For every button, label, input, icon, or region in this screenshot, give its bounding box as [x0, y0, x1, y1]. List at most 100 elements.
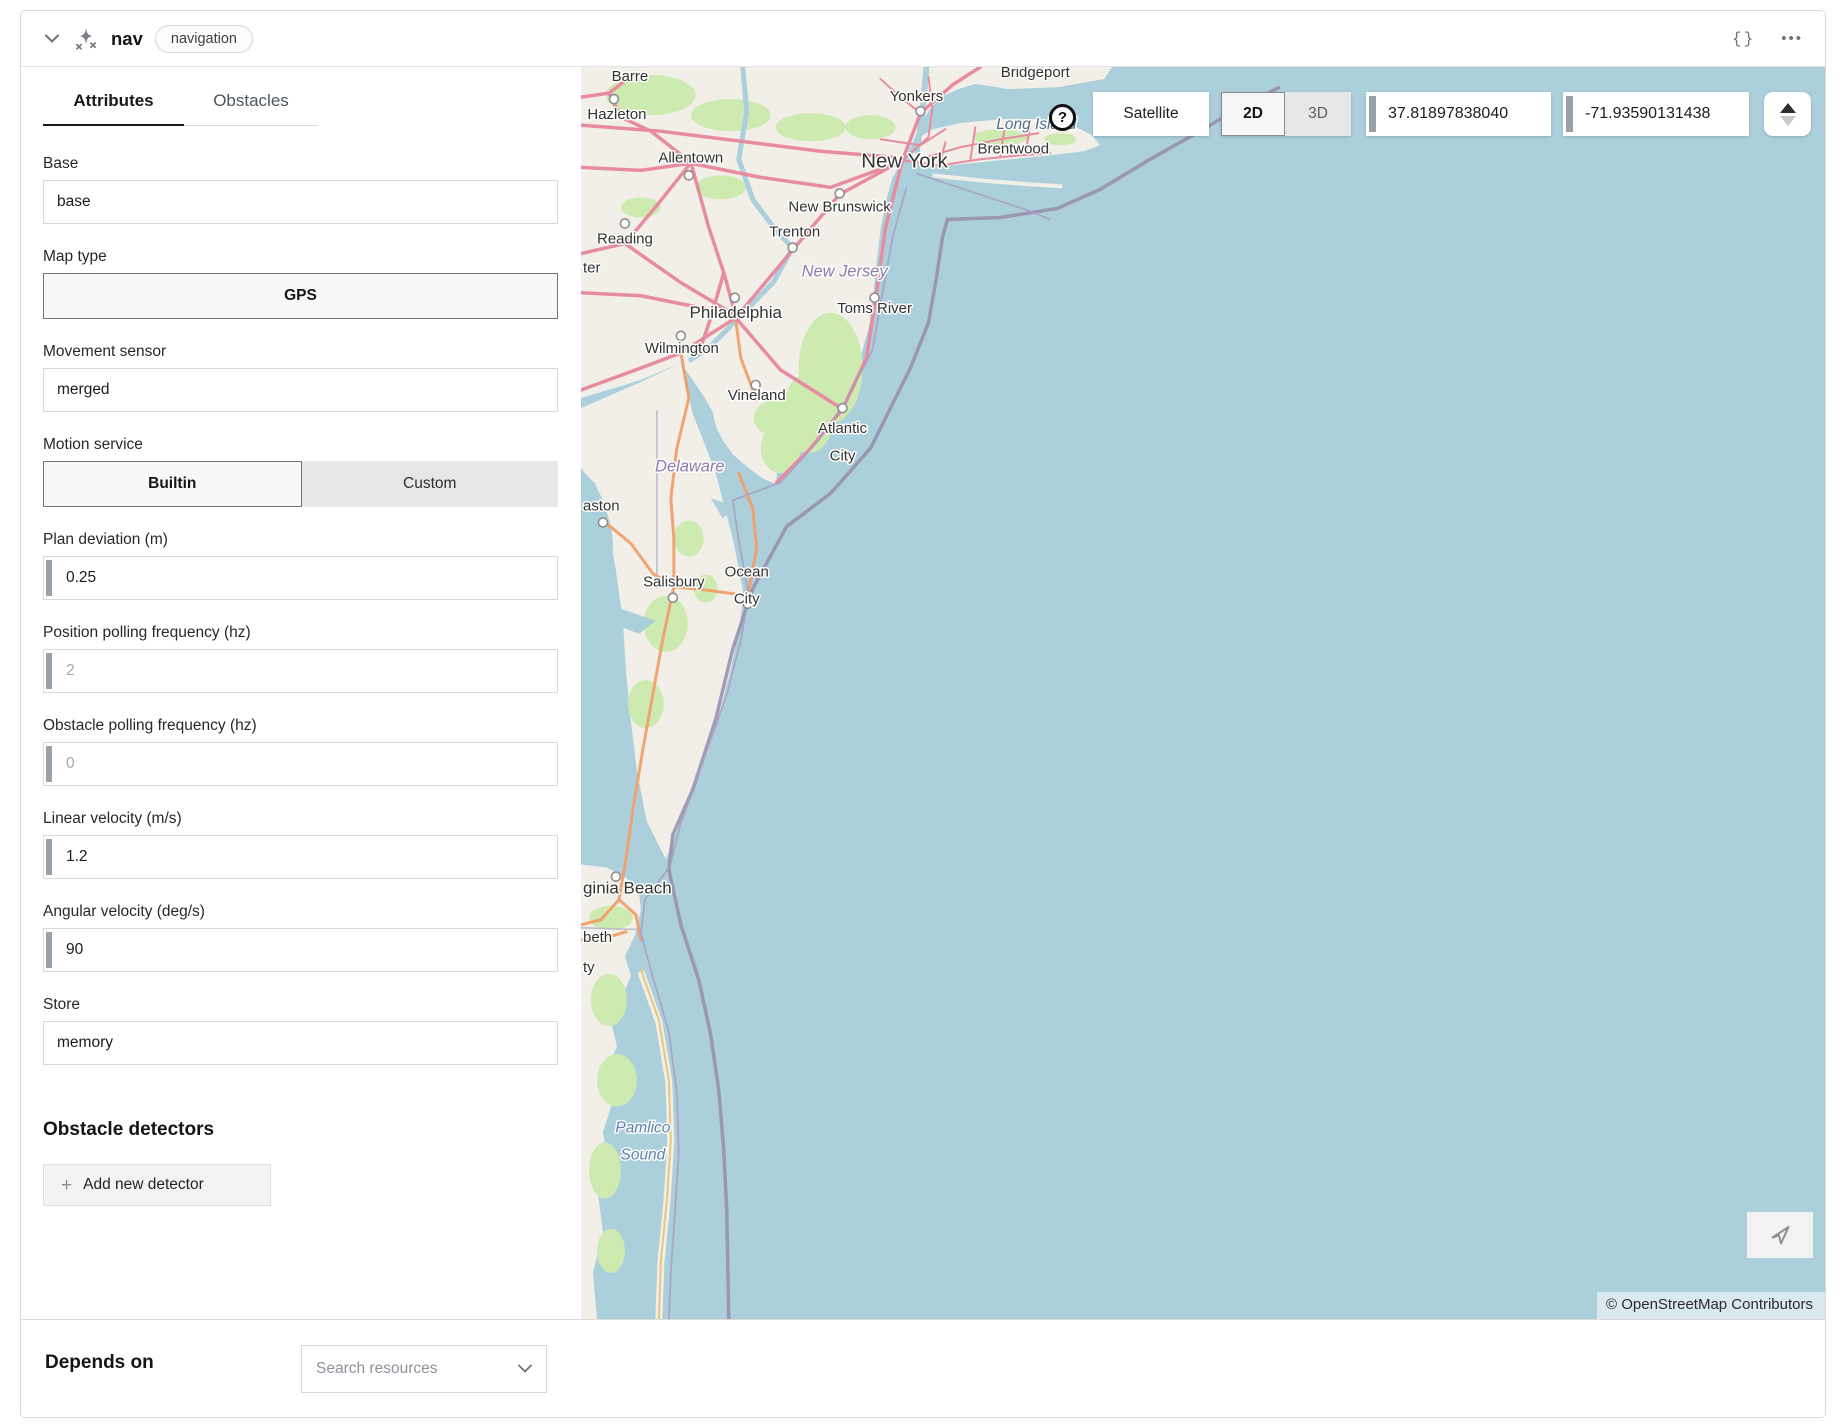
drag-bar[interactable]: [46, 653, 52, 689]
step-up-icon[interactable]: [1780, 103, 1796, 113]
drag-bar[interactable]: [1369, 96, 1376, 132]
drag-bar[interactable]: [46, 839, 52, 875]
city-marker: [916, 107, 925, 116]
more-menu-icon[interactable]: •••: [1781, 31, 1803, 46]
map-label: Brentwood: [978, 140, 1050, 157]
city-marker: [684, 171, 693, 180]
drag-bar[interactable]: [46, 932, 52, 968]
map-label: Wilmington: [645, 340, 719, 357]
city-marker: [838, 404, 847, 413]
dimension-toggle: 2D 3D: [1221, 92, 1351, 136]
map-label: Bridgeport: [1001, 67, 1071, 81]
map-label: New York: [861, 149, 948, 172]
drag-bar[interactable]: [1566, 96, 1573, 132]
motion-service-toggle: Builtin Custom: [43, 461, 558, 507]
map-help-icon[interactable]: ?: [1049, 104, 1076, 131]
card-header: nav navigation {} •••: [21, 11, 1825, 67]
resource-name: nav: [111, 28, 143, 50]
mode-3d-button[interactable]: 3D: [1285, 92, 1351, 136]
map-label: New Jersey: [802, 263, 890, 281]
map-type-label: Map type: [43, 248, 558, 266]
movement-sensor-input[interactable]: [43, 368, 558, 412]
obstacle-polling-label: Obstacle polling frequency (hz): [43, 717, 558, 735]
motion-service-custom[interactable]: Custom: [302, 461, 559, 507]
city-marker: [609, 95, 618, 104]
store-label: Store: [43, 996, 558, 1014]
depends-on-select[interactable]: Search resources: [301, 1345, 547, 1393]
tab-attributes[interactable]: Attributes: [43, 91, 184, 126]
map-label: beth: [583, 929, 612, 946]
base-label: Base: [43, 155, 558, 173]
drag-bar[interactable]: [46, 560, 52, 596]
linear-velocity-label: Linear velocity (m/s): [43, 810, 558, 828]
position-polling-input[interactable]: [54, 650, 557, 692]
city-marker: [835, 189, 844, 198]
base-input[interactable]: [43, 180, 558, 224]
longitude-input[interactable]: [1575, 92, 1749, 136]
city-marker: [598, 518, 607, 527]
angular-velocity-label: Angular velocity (deg/s): [43, 903, 558, 921]
latitude-input[interactable]: [1378, 92, 1551, 136]
position-polling-field: [43, 649, 558, 693]
city-marker: [668, 593, 677, 602]
map-label: Yonkers: [890, 88, 944, 105]
latitude-field: [1366, 92, 1551, 136]
json-mode-icon[interactable]: {}: [1732, 30, 1755, 48]
resource-type-badge: navigation: [155, 25, 253, 53]
resource-card: nav navigation {} ••• Attributes Obstacl…: [20, 10, 1826, 1418]
angular-velocity-input[interactable]: [54, 929, 557, 971]
drag-bar[interactable]: [46, 746, 52, 782]
plus-icon: +: [61, 1176, 72, 1195]
city-marker: [620, 219, 629, 228]
map-label: ginia Beach: [583, 879, 672, 898]
obstacle-detectors-heading: Obstacle detectors: [43, 1119, 558, 1141]
depends-on-placeholder: Search resources: [316, 1360, 437, 1378]
map-label: Vineland: [728, 387, 786, 404]
step-down-icon[interactable]: [1780, 116, 1796, 126]
map-label: Hazleton: [587, 106, 646, 123]
depends-on-bar: Depends on Search resources: [21, 1319, 1825, 1417]
map-label: Barre: [612, 68, 649, 85]
zoom-stepper[interactable]: [1764, 92, 1811, 136]
map-label: Philadelphia: [690, 303, 783, 322]
map-label: New Brunswick: [788, 198, 891, 215]
map-attribution: © OpenStreetMap Contributors: [1597, 1292, 1825, 1319]
attributes-panel: Attributes Obstacles Base Map type GPS M…: [21, 67, 581, 1319]
collapse-chevron-icon[interactable]: [43, 30, 61, 48]
mode-2d-button[interactable]: 2D: [1221, 92, 1285, 136]
locate-button[interactable]: [1747, 1212, 1813, 1258]
depends-on-heading: Depends on: [45, 1352, 154, 1374]
motion-service-builtin[interactable]: Builtin: [43, 461, 302, 507]
tab-obstacles[interactable]: Obstacles: [184, 91, 318, 125]
map-label: Toms River: [837, 300, 912, 317]
plan-deviation-input[interactable]: [54, 557, 557, 599]
map-label: ty: [583, 959, 595, 976]
map-label: ter: [583, 260, 600, 277]
map-label: Allentown: [658, 149, 723, 166]
movement-sensor-label: Movement sensor: [43, 343, 558, 361]
tab-bar: Attributes Obstacles: [43, 91, 318, 126]
linear-velocity-input[interactable]: [54, 836, 557, 878]
obstacle-polling-input[interactable]: [54, 743, 557, 785]
linear-velocity-field: [43, 835, 558, 879]
map-type-gps-button[interactable]: GPS: [43, 273, 558, 319]
chevron-down-icon: [518, 1360, 532, 1378]
angular-velocity-field: [43, 928, 558, 972]
longitude-field: [1563, 92, 1749, 136]
plan-deviation-field: [43, 556, 558, 600]
add-detector-button[interactable]: + Add new detector: [43, 1164, 271, 1206]
map-canvas[interactable]: Barre Hazleton Allentown Reading ter Philadel…: [581, 67, 1825, 1319]
store-input[interactable]: [43, 1021, 558, 1065]
map-label: Delaware: [655, 457, 725, 475]
position-polling-label: Position polling frequency (hz): [43, 624, 558, 642]
map-label: aston: [583, 497, 620, 514]
plan-deviation-label: Plan deviation (m): [43, 531, 558, 549]
satellite-button[interactable]: Satellite: [1093, 92, 1209, 136]
map-label: Reading: [597, 231, 653, 248]
navigation-service-icon: [73, 26, 99, 52]
obstacle-polling-field: [43, 742, 558, 786]
add-detector-label: Add new detector: [83, 1176, 204, 1194]
map-panel[interactable]: Barre Hazleton Allentown Reading ter Philadel…: [581, 67, 1825, 1319]
motion-service-label: Motion service: [43, 436, 558, 454]
city-marker: [788, 243, 797, 252]
